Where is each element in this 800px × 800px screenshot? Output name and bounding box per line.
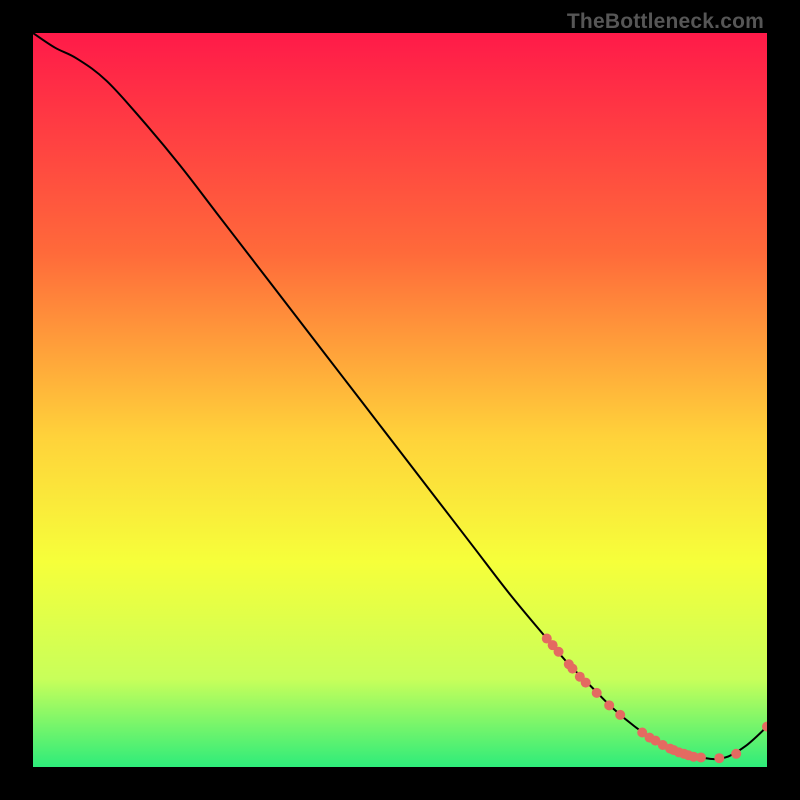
curve-marker [581, 678, 591, 688]
plot-area [33, 33, 767, 767]
curve-marker [731, 749, 741, 759]
curve-path [33, 33, 767, 759]
curve-marker [554, 647, 564, 657]
watermark-text: TheBottleneck.com [567, 10, 764, 34]
curve-marker [604, 700, 614, 710]
curve-markers [542, 634, 767, 764]
curve-marker [696, 752, 706, 762]
curve-marker [567, 664, 577, 674]
curve-marker [615, 710, 625, 720]
curve-marker [592, 688, 602, 698]
chart-stage: TheBottleneck.com [0, 0, 800, 800]
curve-marker [714, 753, 724, 763]
chart-curve-layer [33, 33, 767, 767]
